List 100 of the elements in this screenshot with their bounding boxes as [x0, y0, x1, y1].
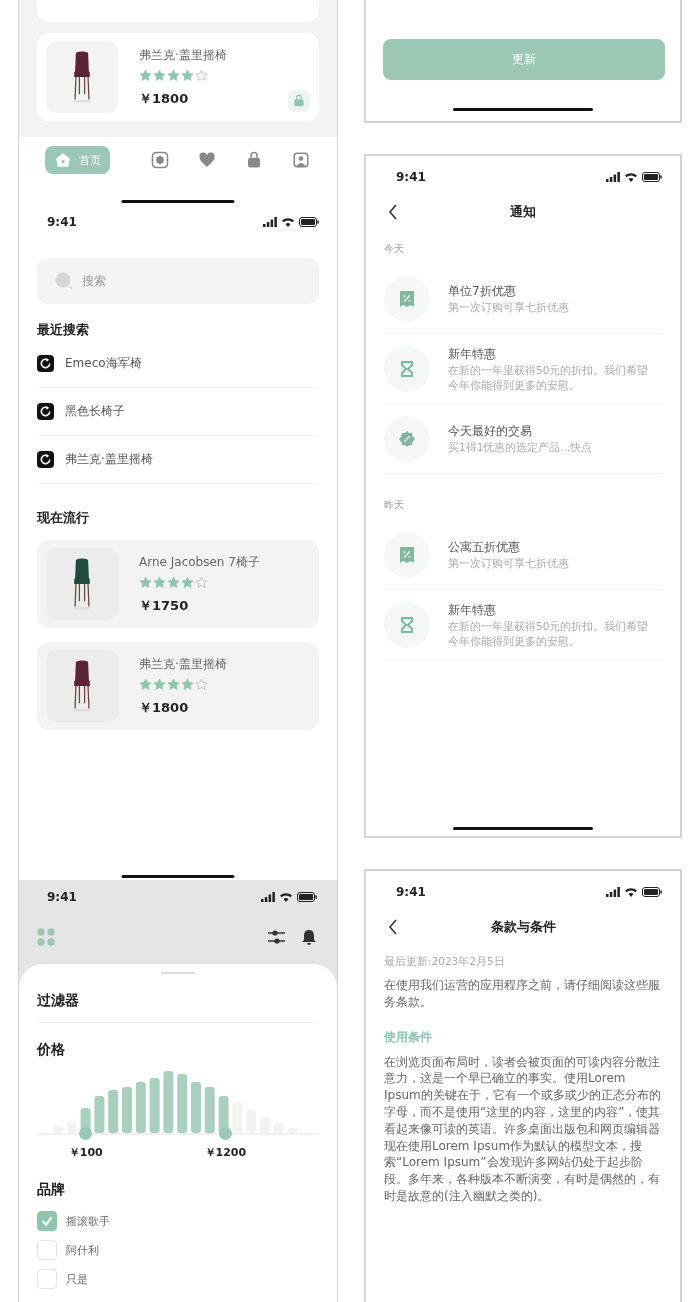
notification-title: 今天最好的交易: [448, 423, 533, 440]
product-name: 弗兰克·盖里摇椅: [139, 655, 227, 672]
star-icon: [195, 68, 208, 82]
histogram-bar: [94, 1096, 105, 1133]
search-field[interactable]: 搜索: [37, 258, 319, 304]
battery-icon: [297, 892, 317, 902]
notification-text: 第一次订购可享七折优惠: [448, 300, 570, 315]
last-updated-text: 最后更新:2023年2月5日: [384, 955, 506, 969]
brand-label: 阿什利: [66, 1242, 99, 1258]
section-title: 现在流行: [37, 510, 90, 526]
histogram-bar: [204, 1087, 215, 1133]
histogram-bar: [191, 1082, 201, 1133]
product-card[interactable]: 弗兰克·盖里摇椅 ￥1800: [37, 642, 319, 730]
search-icon: [55, 272, 73, 290]
group-label: 昨天: [384, 498, 405, 512]
histogram-bar: [149, 1078, 160, 1133]
status-time: 9:41: [396, 885, 426, 899]
notification-text: 在新的一年里获得50元的折扣。我们希望今年你能得到更多的安慰。: [448, 618, 650, 649]
star-icon: [153, 575, 166, 589]
battery-icon: [299, 217, 319, 227]
coupon-icon: [400, 290, 414, 307]
refresh-icon: [37, 403, 54, 420]
recent-search-item[interactable]: 弗兰克·盖里摇椅: [37, 436, 319, 484]
group-label: 今天: [384, 242, 405, 256]
notification-text: 买1得1优惠的选定产品...快点: [448, 440, 594, 455]
product-card[interactable]: Arne Jacobsen 7椅子 ￥1750: [37, 540, 319, 628]
star-icon: [153, 677, 166, 691]
star-icon: [181, 68, 194, 82]
recent-search-item[interactable]: Emeco海军椅: [37, 340, 319, 388]
notification-text: 在新的一年里获得50元的折扣。我们希望今年你能得到更多的安慰。: [448, 362, 650, 393]
back-icon[interactable]: [388, 919, 398, 935]
refresh-icon: [37, 355, 54, 372]
star-icon: [139, 575, 152, 589]
product-card[interactable]: 弗兰克·盖里摇椅 ￥1800: [37, 33, 319, 121]
bag-icon: [292, 94, 306, 108]
sliders-icon[interactable]: [268, 929, 285, 945]
recent-search-item[interactable]: 黑色长椅子: [37, 388, 319, 436]
intro-paragraph: 在使用我们运营的应用程序之前，请仔细阅读这些服务条款。: [384, 977, 661, 1011]
terms-paragraph: 在浏览页面布局时，读者会被页面的可读内容分散注意力，这是一个早已确立的事实。使用Lorem Ipsum的关键在于，它有一个或多或少的正态分布的字母，而不是使用“这里的内容，这里的内容”，使其看起来像可读的英语。许多桌面出版包和网页编辑器现在使用Lorem Ipsum作为默认的模型文本，搜索“Lorem Ipsum”会发现许多网站仍处于起步阶段。多年来，各种版本不断演变，有时是偶然的，有时是故意的(注入幽默之类的)。: [384, 1053, 662, 1205]
range-thumb[interactable]: [79, 1127, 93, 1140]
brand-label: 只是: [66, 1271, 88, 1287]
hourglass-icon: [401, 616, 413, 633]
star-icon: [167, 68, 180, 82]
notification-item[interactable]: 今天最好的交易 买1得1优惠的选定产品...快点: [384, 404, 662, 474]
notification-title: 新年特惠: [448, 601, 497, 619]
wifi-icon: [279, 892, 293, 902]
profile-icon: [291, 151, 310, 169]
home-icon: [54, 151, 72, 169]
screen-title: 条款与条件: [490, 918, 556, 936]
product-price: ￥1800: [139, 698, 190, 717]
star-icon: [153, 68, 166, 82]
notification-item[interactable]: 公寓五折优惠 第一次订购可享七折优惠: [384, 520, 662, 590]
histogram-bar: [163, 1071, 174, 1133]
product-name: 弗兰克·盖里摇椅: [139, 46, 227, 63]
histogram-bar: [108, 1090, 119, 1133]
product-price: ￥1800: [139, 89, 190, 108]
notification-item[interactable]: 单位7折优惠 第一次订购可享七折优惠: [384, 264, 662, 334]
battery-icon: [642, 172, 662, 182]
coupon-icon: [400, 546, 414, 563]
range-thumb[interactable]: [218, 1127, 232, 1140]
notification-title: 公寓五折优惠: [448, 539, 521, 556]
histogram-bar: [122, 1087, 132, 1133]
notification-item[interactable]: 新年特惠 在新的一年里获得50元的折扣。我们希望今年你能得到更多的安慰。: [384, 334, 662, 404]
price-label: ￥100: [68, 1145, 103, 1160]
sheet-title: 过滤器: [37, 974, 319, 1023]
section-heading: 使用条件: [384, 1028, 433, 1046]
notification-item[interactable]: 新年特惠 在新的一年里获得50元的折扣。我们希望今年你能得到更多的安慰。: [384, 590, 662, 660]
section-title: 价格: [37, 1041, 66, 1057]
screen-title: 通知: [510, 203, 536, 221]
histogram-bar: [135, 1082, 146, 1133]
refresh-icon: [37, 451, 54, 468]
notification-title: 单位7折优惠: [448, 283, 517, 300]
status-time: 9:41: [47, 890, 77, 904]
signal-icon: [263, 217, 277, 227]
wifi-icon: [624, 172, 638, 182]
bell-icon[interactable]: [301, 928, 317, 946]
star-icon: [195, 575, 208, 589]
star-icon: [167, 575, 180, 589]
status-time: 9:41: [47, 215, 77, 229]
section-title: 最近搜索: [37, 322, 90, 338]
hourglass-icon: [401, 360, 413, 377]
cube-icon: [150, 151, 169, 169]
sheet-handle[interactable]: [161, 972, 195, 974]
grid-icon[interactable]: [37, 928, 55, 946]
add-to-bag-button[interactable]: [288, 90, 310, 112]
product-price: ￥1750: [139, 596, 190, 615]
notification-text: 第一次订购可享七折优惠: [448, 556, 570, 571]
star-icon: [139, 677, 152, 691]
star-icon: [195, 677, 208, 691]
histogram-bar: [218, 1096, 229, 1133]
star-icon: [181, 677, 194, 691]
checkbox[interactable]: [37, 1211, 57, 1231]
histogram-bar: [177, 1074, 188, 1133]
signal-icon: [606, 172, 620, 182]
back-icon[interactable]: [388, 204, 398, 220]
product-name: Arne Jacobsen 7椅子: [139, 553, 260, 570]
notification-title: 新年特惠: [448, 345, 497, 363]
status-time: 9:41: [396, 170, 426, 184]
price-label: ￥1200: [204, 1145, 247, 1160]
star-icon: [167, 677, 180, 691]
